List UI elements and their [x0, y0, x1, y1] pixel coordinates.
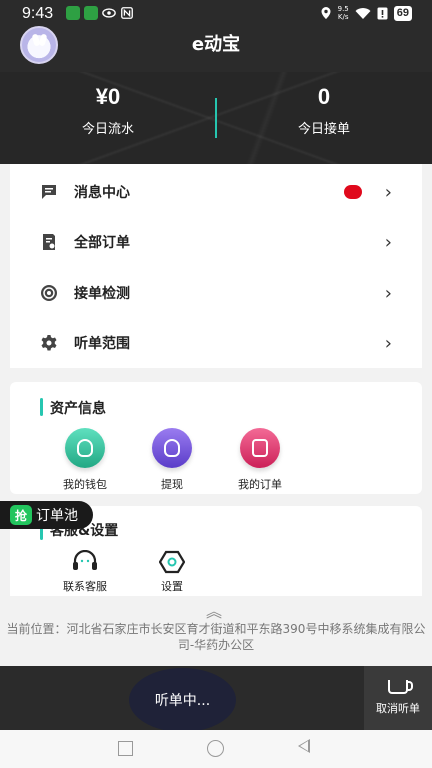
- chevron-right-icon: ›: [384, 231, 392, 253]
- settings-hex-icon: [159, 550, 185, 574]
- headset-icon: [73, 550, 97, 570]
- cancel-listen-label: 取消听单: [376, 702, 420, 715]
- home-icon[interactable]: [207, 740, 224, 757]
- stat-daily-orders: 0 今日接单: [216, 84, 432, 137]
- tile-my-orders[interactable]: 我的订单: [220, 428, 300, 492]
- menu-item-all-orders[interactable]: 全部订单 ›: [10, 217, 422, 267]
- message-icon: [42, 185, 56, 199]
- menu-list: 消息中心 › 全部订单 › 接单检测 › 听单范围 ›: [10, 164, 422, 368]
- net-speed-unit: K/s: [337, 13, 349, 21]
- listening-button[interactable]: 听单中...: [129, 668, 236, 732]
- grab-tag-icon: 抢: [10, 505, 32, 525]
- location-icon: [321, 7, 331, 19]
- section-accent-bar: [40, 398, 43, 416]
- nfc-icon: [121, 7, 133, 19]
- tile-settings[interactable]: 设置: [132, 550, 212, 594]
- status-bar: 9:43 9.5 K/s 69: [0, 0, 432, 28]
- order-pool-button[interactable]: 抢 订单池: [0, 501, 93, 529]
- tile-label: 设置: [161, 580, 183, 593]
- menu-item-label: 全部订单: [74, 235, 130, 251]
- menu-item-message-center[interactable]: 消息中心 ›: [10, 167, 422, 217]
- gear-icon: [41, 335, 57, 351]
- stat-value: ¥0: [95, 84, 121, 109]
- current-location-text: 当前位置：河北省石家庄市长安区育才街道和平东路390号中移系统集成有限公司-华药…: [6, 622, 426, 652]
- tile-my-wallet[interactable]: 我的钱包: [45, 428, 125, 492]
- menu-item-listen-range[interactable]: 听单范围 ›: [10, 318, 422, 368]
- menu-item-label: 消息中心: [74, 185, 130, 201]
- order-pool-label: 订单池: [36, 508, 78, 524]
- status-time: 9:43: [22, 5, 54, 22]
- tile-contact-support[interactable]: 联系客服: [45, 550, 125, 594]
- app-notification-icon: [84, 6, 98, 20]
- unread-dot: [344, 185, 362, 199]
- status-notification-icons: [66, 6, 134, 20]
- menu-item-label: 听单范围: [74, 336, 130, 352]
- back-icon[interactable]: [298, 739, 310, 753]
- stat-label: 今日接单: [297, 122, 350, 137]
- chevron-right-icon: ›: [384, 282, 392, 304]
- tile-label: 提现: [161, 478, 183, 491]
- sim-alert-icon: [377, 7, 388, 19]
- expand-up-icon[interactable]: ︽: [206, 598, 222, 622]
- page-title: e动宝: [191, 34, 241, 55]
- wifi-icon: [355, 7, 371, 19]
- tile-label: 我的订单: [238, 478, 282, 491]
- chevron-right-icon: ›: [384, 181, 392, 203]
- stat-value: 0: [317, 84, 331, 109]
- cancel-listen-button[interactable]: 取消听单: [364, 666, 432, 730]
- wallet-glyph: [77, 439, 93, 457]
- withdraw-icon: [152, 428, 192, 468]
- eye-icon: [102, 8, 116, 18]
- recent-apps-icon[interactable]: [118, 741, 133, 756]
- detect-icon: [41, 285, 57, 301]
- net-speed: 9.5 K/s: [338, 5, 349, 21]
- battery-indicator: 69: [393, 5, 412, 21]
- order-doc-icon: [43, 234, 55, 250]
- net-speed-value: 9.5: [337, 5, 349, 13]
- tile-withdraw[interactable]: 提现: [132, 428, 212, 492]
- tile-label: 我的钱包: [63, 478, 107, 491]
- header-panel: 9:43 9.5 K/s 69 e动宝 ¥0 今日流水 0 今日接单: [0, 0, 432, 164]
- assets-card: 资产信息 我的钱包 提现 我的订单: [10, 382, 422, 494]
- my-orders-icon: [240, 428, 280, 468]
- withdraw-glyph: [164, 439, 180, 457]
- coffee-cup-icon: [388, 680, 413, 694]
- system-nav-bar: [0, 730, 432, 768]
- chevron-right-icon: ›: [384, 332, 392, 354]
- orders-glyph: [252, 439, 268, 457]
- wallet-icon: [65, 428, 105, 468]
- status-system-icons: 9.5 K/s 69: [320, 5, 412, 21]
- app-notification-icon: [66, 6, 80, 20]
- stat-label: 今日流水: [81, 122, 134, 137]
- stat-daily-revenue: ¥0 今日流水: [0, 84, 216, 137]
- location-panel: ︽ 当前位置：河北省石家庄市长安区育才街道和平东路390号中移系统集成有限公司-…: [0, 596, 432, 666]
- tile-label: 联系客服: [63, 580, 107, 593]
- section-title: 资产信息: [50, 401, 106, 417]
- menu-item-order-detection[interactable]: 接单检测 ›: [10, 268, 422, 318]
- menu-item-label: 接单检测: [74, 286, 130, 302]
